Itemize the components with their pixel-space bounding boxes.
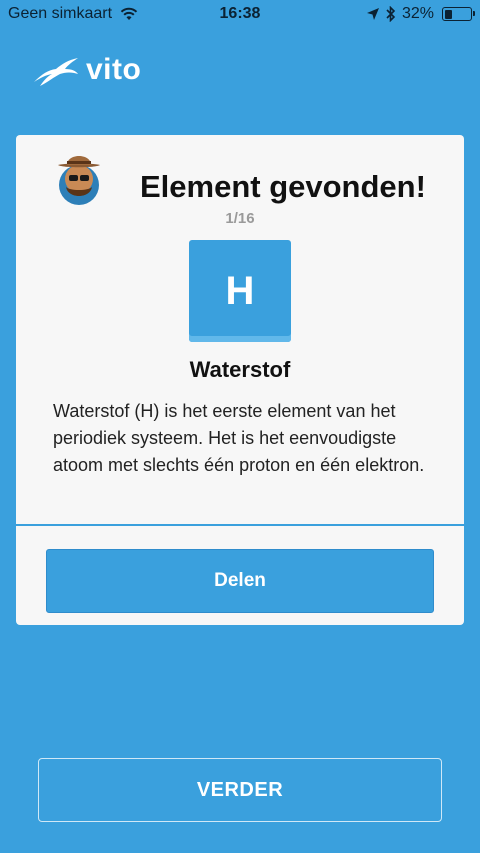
explorer-avatar-icon — [58, 156, 100, 205]
battery-icon — [442, 7, 475, 21]
logo-text: vito — [86, 53, 142, 86]
next-button[interactable]: VERDER — [38, 758, 442, 822]
wifi-icon — [120, 7, 138, 20]
element-tile: H — [189, 240, 291, 342]
location-arrow-icon — [366, 8, 379, 20]
element-counter: 1/16 — [225, 210, 255, 227]
status-right: 32% — [366, 5, 475, 23]
app-logo: vito — [32, 52, 141, 88]
carrier-label: Geen simkaart — [8, 5, 113, 22]
battery-level — [444, 9, 453, 19]
status-left: Geen simkaart — [8, 5, 138, 23]
element-symbol: H — [225, 268, 255, 313]
battery-percent: 32% — [401, 5, 434, 22]
element-found-card: Element gevonden! 1/16 H Waterstof Water… — [16, 135, 464, 625]
card-title: Element gevonden! — [140, 169, 426, 204]
share-button[interactable]: Delen — [46, 549, 434, 613]
element-name: Waterstof — [189, 357, 291, 382]
status-bar: Geen simkaart 16:38 32% — [0, 0, 480, 28]
bird-logo-icon — [34, 58, 78, 86]
card-header: Element gevonden! — [16, 145, 464, 217]
bluetooth-icon — [386, 6, 396, 22]
card-divider — [16, 524, 464, 526]
element-description: Waterstof (H) is het eerste element van … — [53, 401, 425, 475]
